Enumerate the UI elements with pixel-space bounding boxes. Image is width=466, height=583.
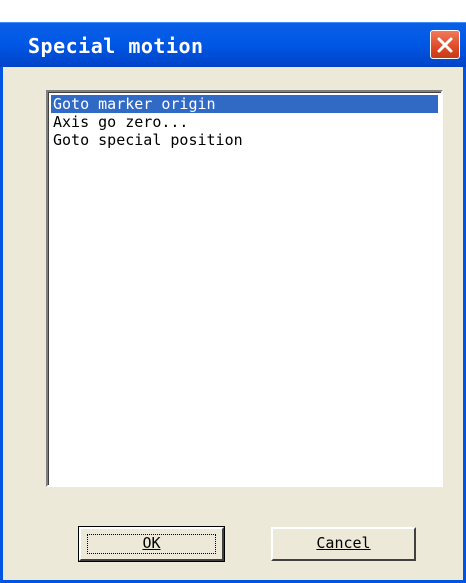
cancel-button-label: Cancel — [316, 534, 371, 552]
list-item-goto-special-position[interactable]: Goto special position — [51, 131, 438, 149]
ok-button-label: OK — [142, 534, 161, 552]
list-item-goto-marker-origin[interactable]: Goto marker origin — [51, 95, 438, 113]
close-icon — [437, 37, 453, 53]
motion-listbox[interactable]: Goto marker origin Axis go zero... Goto … — [46, 90, 443, 487]
ok-button[interactable]: OK — [78, 526, 225, 562]
close-button[interactable] — [430, 30, 460, 59]
cancel-button[interactable]: Cancel — [271, 527, 416, 561]
list-item-axis-go-zero[interactable]: Axis go zero... — [51, 113, 438, 131]
title-bar[interactable]: Special motion — [0, 22, 466, 67]
window-title: Special motion — [28, 34, 204, 58]
background-area — [0, 0, 466, 22]
special-motion-dialog: Special motion Goto marker origin Axis g… — [0, 0, 466, 583]
